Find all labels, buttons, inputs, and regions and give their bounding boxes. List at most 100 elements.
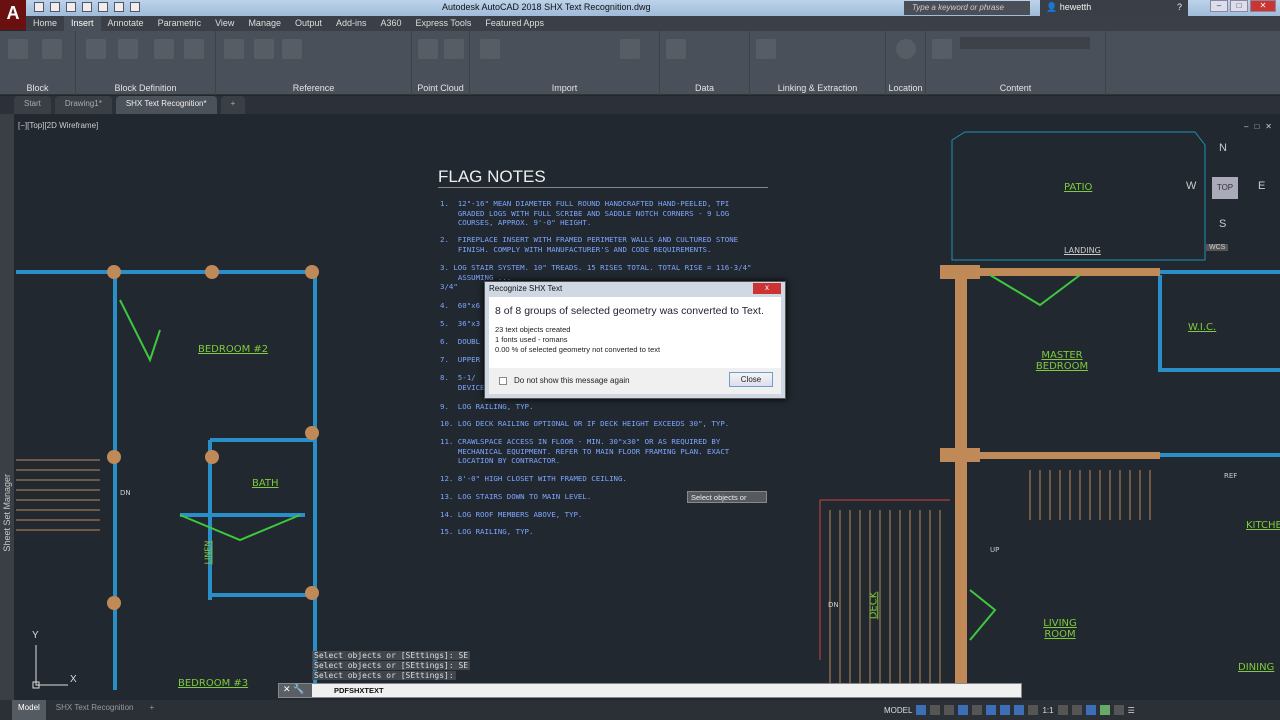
content-search-field[interactable] xyxy=(960,37,1090,49)
flag-note: 12. 8'-0" HIGH CLOSET WITH FRAMED CEILIN… xyxy=(440,474,627,483)
add-layout-button[interactable]: + xyxy=(143,700,160,720)
maximize-button[interactable]: □ xyxy=(1230,0,1248,12)
new-icon[interactable] xyxy=(34,2,44,12)
close-button[interactable]: Close xyxy=(729,372,773,387)
close-window-button[interactable]: ✕ xyxy=(1250,0,1276,12)
panel-title[interactable]: Block Definition xyxy=(76,83,215,93)
flag-note: 9. LOG RAILING, TYP. xyxy=(440,402,534,411)
do-not-show-label[interactable]: Do not show this message again xyxy=(514,376,630,385)
panel-title[interactable]: Content xyxy=(926,83,1105,93)
panel-title[interactable]: Block xyxy=(0,83,75,93)
redo-icon[interactable] xyxy=(130,2,140,12)
new-tab-button[interactable]: + xyxy=(220,96,246,114)
status-bar: MODEL 1:1 ☰ xyxy=(884,702,1135,718)
viewcube-west[interactable]: W xyxy=(1186,180,1196,192)
create-block-icon[interactable] xyxy=(86,39,106,59)
block-editor-icon[interactable] xyxy=(184,39,204,59)
wcs-menu[interactable]: WCS xyxy=(1206,244,1229,251)
doc-tab-shx-text-recognition[interactable]: SHX Text Recognition* xyxy=(115,96,217,114)
tab-home[interactable]: Home xyxy=(26,16,64,31)
command-line[interactable]: ✕ 🔧 PDFSHXTEXT xyxy=(278,683,1022,698)
layout-tab-shx-text-recognition[interactable]: SHX Text Recognition xyxy=(50,700,140,720)
search-input[interactable]: Type a keyword or phrase xyxy=(904,1,1030,15)
tab-insert[interactable]: Insert xyxy=(64,16,101,31)
model-space-button[interactable]: MODEL xyxy=(884,706,912,715)
tab-manage[interactable]: Manage xyxy=(241,16,288,31)
tab-add-ins[interactable]: Add-ins xyxy=(329,16,374,31)
design-center-icon[interactable] xyxy=(932,39,952,59)
ucs-y-label: Y xyxy=(32,630,39,641)
undo-icon[interactable] xyxy=(114,2,124,12)
snap-icon[interactable] xyxy=(930,705,941,715)
adjust-icon[interactable] xyxy=(282,39,302,59)
room-label: LANDING xyxy=(1064,246,1101,255)
auto-scale-icon[interactable] xyxy=(1028,705,1039,715)
sheet-set-manager-palette[interactable]: Sheet Set Manager xyxy=(0,114,14,700)
restore-viewport-button[interactable]: □ xyxy=(1254,122,1259,131)
customize-wrench-icon[interactable]: 🔧 xyxy=(293,684,304,694)
clean-screen-icon[interactable] xyxy=(1113,705,1124,715)
workspace-gear-icon[interactable] xyxy=(1057,705,1068,715)
open-icon[interactable] xyxy=(50,2,60,12)
viewport-controls[interactable]: [−][Top][2D Wireframe] xyxy=(18,121,98,130)
command-input[interactable]: PDFSHXTEXT xyxy=(334,686,384,695)
room-label: UP xyxy=(990,546,1000,554)
tab-parametric[interactable]: Parametric xyxy=(151,16,209,31)
attach-icon[interactable] xyxy=(224,39,244,59)
room-label: DN xyxy=(828,601,839,609)
viewcube-top-face[interactable]: TOP xyxy=(1212,177,1238,199)
grid-icon[interactable] xyxy=(916,705,927,715)
manage-attributes-icon[interactable] xyxy=(154,39,174,59)
edit-attribute-icon[interactable] xyxy=(42,39,62,59)
close-command-line-icon[interactable]: ✕ xyxy=(283,684,293,694)
customization-menu-icon[interactable]: ☰ xyxy=(1128,706,1135,715)
hardware-acceleration-icon[interactable] xyxy=(1099,705,1110,715)
tab-a360[interactable]: A360 xyxy=(374,16,409,31)
panel-title[interactable]: Reference xyxy=(216,83,411,93)
globe-icon[interactable] xyxy=(896,39,916,59)
dialog-detail: 1 fonts used - romans xyxy=(495,335,568,344)
panel-title[interactable]: Linking & Extraction xyxy=(750,83,885,93)
flag-note: 15. LOG RAILING, TYP. xyxy=(440,527,534,536)
viewcube-south[interactable]: S xyxy=(1219,218,1226,230)
annotation-visibility-icon[interactable] xyxy=(1014,705,1025,715)
isodraft-icon[interactable] xyxy=(972,705,983,715)
save-icon[interactable] xyxy=(66,2,76,12)
viewcube-north[interactable]: N xyxy=(1219,142,1227,154)
help-icon[interactable]: ? xyxy=(1177,2,1182,12)
layout-tab-model[interactable]: Model xyxy=(12,700,46,720)
clip-icon[interactable] xyxy=(254,39,274,59)
doc-tab-drawing1[interactable]: Drawing1* xyxy=(54,96,112,114)
tab-view[interactable]: View xyxy=(208,16,241,31)
define-attributes-icon[interactable] xyxy=(118,39,138,59)
object-snap-icon[interactable] xyxy=(1000,705,1011,715)
print-icon[interactable] xyxy=(98,2,108,12)
close-drawing-button[interactable]: ✕ xyxy=(1265,122,1272,131)
do-not-show-checkbox[interactable] xyxy=(499,377,507,385)
isolate-objects-icon[interactable] xyxy=(1085,705,1096,715)
user-account[interactable]: 👤 hewetth? xyxy=(1040,0,1188,16)
object-snap-tracking-icon[interactable] xyxy=(986,705,997,715)
recap-icon[interactable] xyxy=(418,39,438,59)
viewcube[interactable]: N W E S TOP WCS xyxy=(1182,140,1272,251)
save-as-icon[interactable] xyxy=(82,2,92,12)
dialog-close-x-button[interactable]: x xyxy=(753,283,781,294)
minimize-button[interactable]: – xyxy=(1210,0,1228,12)
viewcube-east[interactable]: E xyxy=(1258,180,1265,192)
annotation-scale[interactable]: 1:1 xyxy=(1042,706,1053,715)
insert-block-icon[interactable] xyxy=(8,39,28,59)
panel-title[interactable]: Location xyxy=(886,83,925,93)
annotation-monitor-icon[interactable] xyxy=(1071,705,1082,715)
application-menu-button[interactable]: A xyxy=(0,0,26,30)
room-label: LIVING ROOM xyxy=(1043,618,1077,640)
tab-annotate[interactable]: Annotate xyxy=(101,16,151,31)
polar-tracking-icon[interactable] xyxy=(958,705,969,715)
room-label: REF xyxy=(1224,472,1238,480)
ortho-icon[interactable] xyxy=(944,705,955,715)
tab-output[interactable]: Output xyxy=(288,16,329,31)
room-label: BEDROOM #2 xyxy=(198,344,269,355)
dialog-message: 8 of 8 groups of selected geometry was c… xyxy=(495,305,764,317)
doc-tab-start[interactable]: Start xyxy=(14,96,51,114)
patio-hatch xyxy=(951,131,1206,261)
minimize-viewport-button[interactable]: – xyxy=(1244,122,1248,131)
